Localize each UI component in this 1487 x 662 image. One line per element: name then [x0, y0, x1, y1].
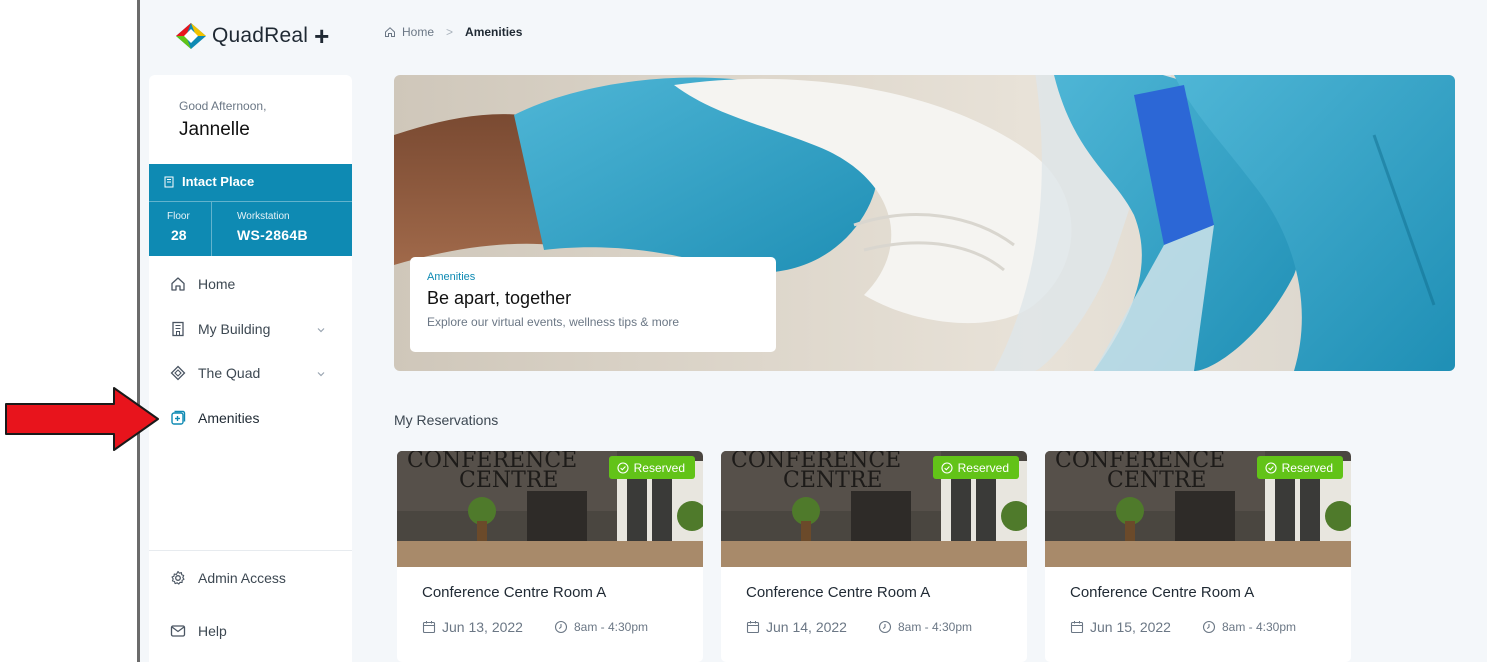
reservation-date: Jun 14, 2022	[746, 619, 847, 635]
sidebar: Good Afternoon, Jannelle Intact Place Fl…	[149, 75, 352, 662]
svg-text:CENTRE: CENTRE	[783, 468, 882, 493]
place-panel[interactable]: Intact Place Floor 28 Workstation WS-286…	[149, 164, 352, 256]
hero-subtitle: Explore our virtual events, wellness tip…	[427, 315, 680, 329]
building-icon	[164, 176, 174, 187]
quadreal-logo[interactable]: QuadReal +	[174, 16, 329, 56]
nav-label-amenities: Amenities	[198, 410, 260, 426]
reservation-date-text: Jun 15, 2022	[1090, 619, 1171, 635]
nav-item-the-quad[interactable]: The Quad	[149, 358, 352, 388]
app-window: QuadReal + Home > Amenities Good Afterno…	[140, 0, 1487, 662]
clock-icon	[554, 620, 568, 634]
reservation-time-text: 8am - 4:30pm	[897, 620, 973, 634]
svg-text:CENTRE: CENTRE	[1107, 468, 1206, 493]
nav-label-admin-access: Admin Access	[198, 570, 286, 586]
reservation-time: 8am - 4:30pm	[1202, 620, 1296, 634]
reservation-time: 8am - 4:30pm	[878, 620, 972, 634]
reservation-date: Jun 13, 2022	[422, 619, 523, 635]
check-circle-icon	[617, 461, 629, 474]
chevron-down-icon	[316, 322, 326, 338]
hero-banner[interactable]: Amenities Be apart, together Explore our…	[394, 75, 1455, 371]
breadcrumb: Home > Amenities	[384, 25, 522, 39]
breadcrumb-separator: >	[446, 25, 454, 39]
hero-title: Be apart, together	[427, 288, 572, 308]
status-badge-label: Reserved	[633, 460, 685, 475]
reservation-title: Conference Centre Room A	[746, 584, 931, 601]
reservation-title: Conference Centre Room A	[1070, 584, 1255, 601]
breadcrumb-current: Amenities	[465, 25, 523, 39]
place-name: Intact Place	[182, 174, 255, 189]
calendar-icon	[422, 621, 436, 634]
amenities-icon	[169, 409, 187, 427]
home-icon	[169, 275, 187, 293]
breadcrumb-home-link[interactable]: Home	[402, 25, 434, 39]
calendar-icon	[1070, 621, 1084, 634]
quad-icon	[169, 364, 187, 382]
hero-tag: Amenities	[427, 271, 476, 283]
mail-icon	[169, 622, 187, 640]
status-badge: Reserved	[1256, 456, 1343, 479]
place-title: Intact Place	[163, 174, 254, 189]
nav-item-home[interactable]: Home	[149, 269, 352, 299]
reservations-title: My Reservations	[394, 412, 499, 428]
hero-card[interactable]: Amenities Be apart, together Explore our…	[410, 257, 776, 352]
status-badge: Reserved	[608, 456, 695, 479]
reservation-title: Conference Centre Room A	[422, 584, 607, 601]
clock-icon	[1202, 620, 1216, 634]
sidebar-divider	[149, 550, 352, 551]
reservation-time-text: 8am - 4:30pm	[1221, 620, 1297, 634]
user-name: Jannelle	[179, 119, 250, 140]
reservation-time: 8am - 4:30pm	[554, 620, 648, 634]
place-vdivider	[211, 202, 212, 256]
building-icon	[169, 320, 187, 338]
reservation-date-text: Jun 14, 2022	[766, 619, 847, 635]
nav-item-my-building[interactable]: My Building	[149, 314, 352, 344]
reservation-date-text: Jun 13, 2022	[442, 619, 523, 635]
check-circle-icon	[1265, 461, 1277, 474]
reservation-meta: Jun 13, 2022 8am - 4:30pm	[422, 619, 648, 635]
clock-icon	[878, 620, 892, 634]
nav-label-help: Help	[198, 623, 227, 639]
status-badge-label: Reserved	[1281, 460, 1333, 475]
logo-mark-icon	[176, 23, 206, 49]
reservation-card[interactable]: CONFERENCE CENTRE Reserved Conference Ce…	[397, 451, 703, 662]
place-divider	[149, 201, 352, 202]
calendar-icon	[746, 621, 760, 634]
workstation-value: WS-2864B	[237, 227, 308, 243]
floor-value: 28	[171, 227, 187, 243]
home-icon	[385, 27, 395, 37]
reservation-card[interactable]: CONFERENCE CENTRE Reserved Conference Ce…	[1045, 451, 1351, 662]
nav-item-amenities[interactable]: Amenities	[149, 403, 352, 433]
check-circle-icon	[941, 461, 953, 474]
reservation-date: Jun 15, 2022	[1070, 619, 1171, 635]
nav-label-my-building: My Building	[198, 321, 271, 337]
workstation-label: Workstation	[237, 211, 290, 222]
logo-text: QuadReal	[212, 24, 309, 47]
reservation-meta: Jun 15, 2022 8am - 4:30pm	[1070, 619, 1296, 635]
annotation-arrow-icon	[5, 387, 159, 451]
status-badge: Reserved	[932, 456, 1019, 479]
nav-label-home: Home	[198, 276, 236, 292]
nav-item-help[interactable]: Help	[149, 616, 352, 646]
chevron-down-icon	[316, 366, 326, 382]
nav-label-the-quad: The Quad	[198, 365, 261, 381]
svg-text:CENTRE: CENTRE	[459, 468, 558, 493]
nav-item-admin-access[interactable]: Admin Access	[149, 563, 352, 593]
greeting-text: Good Afternoon,	[179, 99, 267, 113]
reservation-meta: Jun 14, 2022 8am - 4:30pm	[746, 619, 972, 635]
gear-icon	[169, 569, 187, 587]
status-badge-label: Reserved	[957, 460, 1009, 475]
floor-label: Floor	[167, 211, 190, 222]
logo-plus: +	[314, 21, 330, 51]
reservation-time-text: 8am - 4:30pm	[573, 620, 649, 634]
reservation-card[interactable]: CONFERENCE CENTRE Reserved Conference Ce…	[721, 451, 1027, 662]
